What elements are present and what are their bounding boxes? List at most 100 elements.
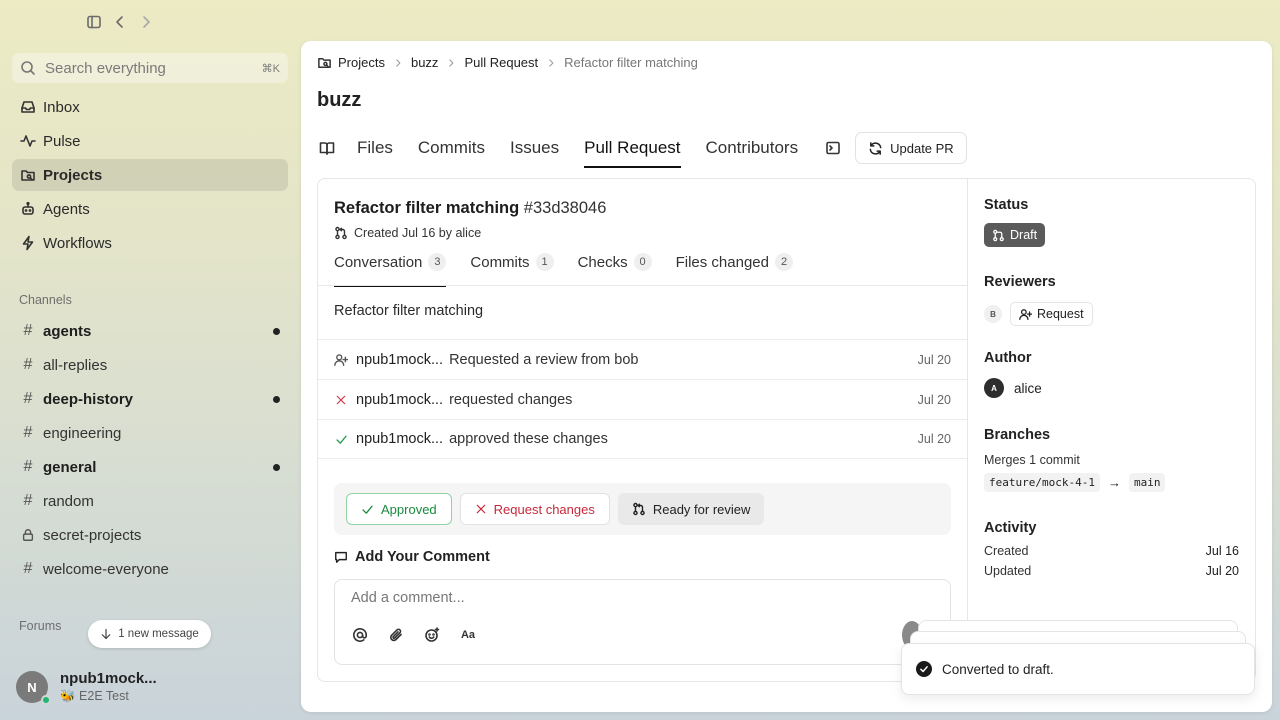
search-input[interactable]: Search everything ⌘K bbox=[12, 53, 288, 83]
search-icon bbox=[20, 60, 36, 76]
request-review-button[interactable]: Request bbox=[1010, 302, 1093, 326]
breadcrumb-projects[interactable]: Projects bbox=[338, 55, 385, 70]
subtab-label: Commits bbox=[470, 254, 530, 271]
channel-item[interactable]: # general bbox=[12, 451, 288, 483]
attach-icon[interactable] bbox=[387, 626, 405, 644]
workflows-icon bbox=[20, 235, 36, 251]
comment-icon bbox=[334, 550, 348, 564]
request-changes-label: Request changes bbox=[493, 501, 595, 517]
hash-icon: # bbox=[23, 458, 33, 475]
sidebar-item-inbox[interactable]: Inbox bbox=[12, 91, 288, 123]
mention-icon[interactable] bbox=[351, 626, 369, 644]
forums-heading: Forums bbox=[19, 619, 62, 633]
tab-issues[interactable]: Issues bbox=[510, 129, 559, 167]
refresh-icon bbox=[868, 141, 883, 156]
breadcrumb-repo[interactable]: buzz bbox=[411, 55, 438, 70]
request-label: Request bbox=[1037, 307, 1084, 321]
comment-input[interactable]: Add a comment... Aa bbox=[334, 579, 951, 665]
activity-section: Activity Created Jul 16 Updated Jul 20 bbox=[984, 520, 1239, 578]
hash-icon: # bbox=[23, 322, 33, 339]
window-nav bbox=[86, 14, 154, 30]
channel-item[interactable]: # all-replies bbox=[12, 349, 288, 381]
update-pr-button[interactable]: Update PR bbox=[855, 132, 967, 164]
forward-icon[interactable] bbox=[138, 14, 154, 30]
sidebar-item-workflows[interactable]: Workflows bbox=[12, 227, 288, 259]
pr-card: Refactor filter matching #33d38046 Creat… bbox=[317, 178, 1256, 682]
count-badge: 3 bbox=[428, 253, 447, 271]
user-status: 🐝 E2E Test bbox=[60, 689, 129, 703]
count-badge: 1 bbox=[535, 253, 554, 271]
timeline-item: npub1mock... approved these changes Jul … bbox=[318, 419, 967, 459]
channel-name: general bbox=[43, 458, 97, 476]
channel-item[interactable]: # deep-history bbox=[12, 383, 288, 415]
sidebar-item-pulse[interactable]: Pulse bbox=[12, 125, 288, 157]
pr-title-text: Refactor filter matching bbox=[334, 199, 520, 217]
comment-heading: Add Your Comment bbox=[334, 549, 490, 565]
author-name[interactable]: alice bbox=[1014, 381, 1042, 396]
count-badge: 0 bbox=[633, 253, 652, 271]
online-indicator bbox=[41, 695, 51, 705]
pr-number: #33d38046 bbox=[523, 199, 607, 217]
projects-icon bbox=[20, 167, 36, 183]
timeline-actor[interactable]: npub1mock... bbox=[356, 431, 443, 447]
ready-for-review-label: Ready for review bbox=[652, 501, 751, 517]
pull-request-icon bbox=[334, 226, 348, 240]
sidebar-item-projects[interactable]: Projects bbox=[12, 159, 288, 191]
sidebar-item-agents[interactable]: Agents bbox=[12, 193, 288, 225]
tab-files-changed[interactable]: Files changed 2 bbox=[676, 253, 793, 286]
timeline-actor[interactable]: npub1mock... bbox=[356, 352, 443, 368]
arrow-down-icon bbox=[100, 628, 112, 640]
chevron-right-icon bbox=[446, 58, 456, 68]
ready-for-review-button[interactable]: Ready for review bbox=[617, 493, 765, 525]
sidebar-toggle-icon[interactable] bbox=[86, 14, 102, 30]
approved-button[interactable]: Approved bbox=[346, 493, 452, 525]
tab-commits[interactable]: Commits bbox=[418, 129, 485, 167]
search-shortcut: ⌘K bbox=[261, 62, 280, 75]
page-title: buzz bbox=[317, 89, 362, 111]
tab-contributors[interactable]: Contributors bbox=[706, 129, 799, 167]
search-placeholder: Search everything bbox=[45, 59, 166, 77]
channel-name: engineering bbox=[43, 424, 122, 442]
updated-label: Updated bbox=[984, 564, 1032, 578]
status-value: Draft bbox=[1010, 228, 1038, 242]
tab-files[interactable]: Files bbox=[357, 129, 393, 167]
toast-notification[interactable]: Converted to draft. bbox=[901, 643, 1255, 695]
back-icon[interactable] bbox=[112, 14, 128, 30]
tab-pull-request[interactable]: Pull Request bbox=[584, 129, 681, 168]
user-profile[interactable]: N npub1mock... 🐝 E2E Test bbox=[16, 670, 157, 705]
comment-toolbar: Aa bbox=[351, 626, 477, 644]
check-icon bbox=[334, 433, 348, 446]
avatar-initial: N bbox=[27, 679, 37, 695]
channel-item[interactable]: # random bbox=[12, 485, 288, 517]
request-changes-button[interactable]: Request changes bbox=[459, 493, 610, 525]
target-branch: main bbox=[1128, 473, 1166, 492]
breadcrumb-pull-request[interactable]: Pull Request bbox=[464, 55, 538, 70]
new-message-label: 1 new message bbox=[118, 628, 199, 640]
approved-label: Approved bbox=[381, 501, 437, 517]
channel-item[interactable]: # agents bbox=[12, 315, 288, 347]
tab-conversation[interactable]: Conversation 3 bbox=[334, 253, 447, 287]
book-icon[interactable] bbox=[311, 132, 343, 164]
format-text-icon[interactable]: Aa bbox=[459, 626, 477, 644]
new-message-pill[interactable]: 1 new message bbox=[88, 620, 211, 648]
channel-name: deep-history bbox=[43, 390, 134, 408]
sidebar-item-label: Projects bbox=[43, 166, 103, 184]
timeline-date: Jul 20 bbox=[917, 392, 951, 407]
status-badge: Draft bbox=[984, 223, 1046, 247]
channel-item[interactable]: # engineering bbox=[12, 417, 288, 449]
channel-item[interactable]: # welcome-everyone bbox=[12, 553, 288, 585]
terminal-icon[interactable] bbox=[817, 132, 849, 164]
author-section: Author A alice bbox=[984, 350, 1042, 398]
timeline-actor[interactable]: npub1mock... bbox=[356, 392, 443, 408]
pulse-icon bbox=[20, 133, 36, 149]
toast-message: Converted to draft. bbox=[942, 661, 1054, 677]
timeline: npub1mock... Requested a review from bob… bbox=[318, 339, 967, 459]
update-pr-label: Update PR bbox=[890, 140, 954, 156]
check-circle-icon bbox=[916, 661, 932, 677]
tab-checks[interactable]: Checks 0 bbox=[578, 253, 652, 286]
tab-commits[interactable]: Commits 1 bbox=[470, 253, 554, 286]
emoji-icon[interactable] bbox=[423, 626, 441, 644]
channel-item[interactable]: secret-projects bbox=[12, 519, 288, 551]
subtab-label: Conversation bbox=[334, 254, 423, 271]
pr-description: Refactor filter matching bbox=[334, 303, 484, 319]
